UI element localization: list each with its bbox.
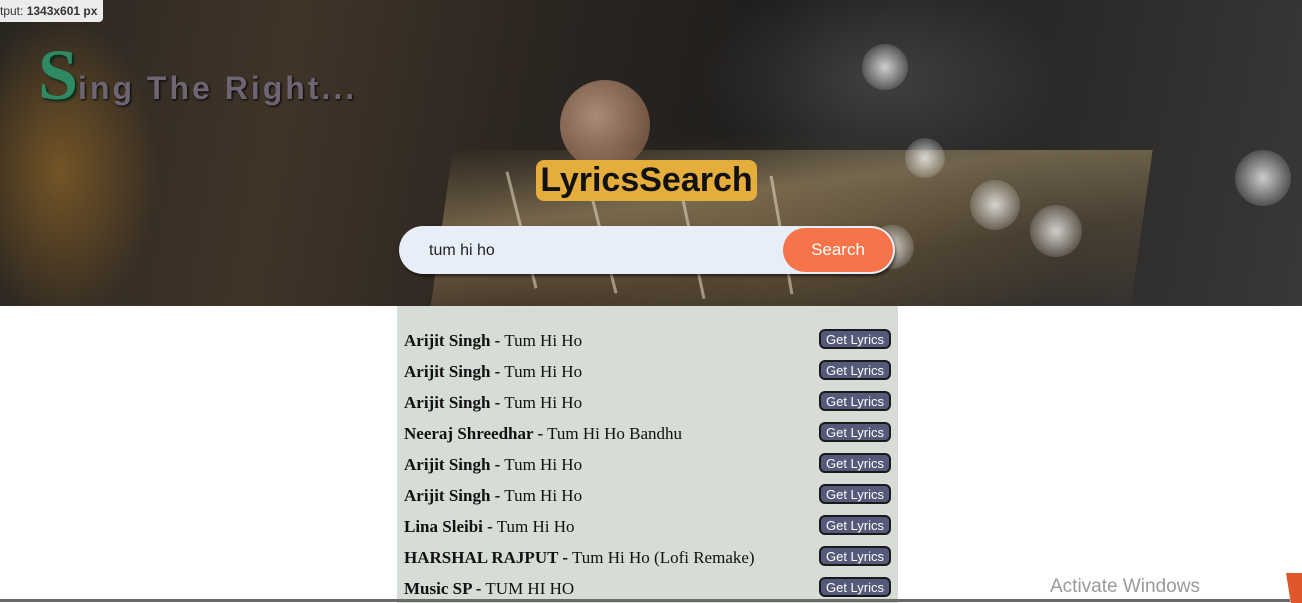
hero-banner: Sing The Right... LyricsSearch Search [0,0,1302,306]
bokeh-light [905,138,945,178]
activate-windows-watermark: Activate Windows [1050,576,1200,597]
song-info: Lina Sleibi - Tum Hi Ho [404,517,575,537]
bokeh-light [862,44,908,90]
song-info: Arijit Singh - Tum Hi Ho [404,455,582,475]
song-title: Tum Hi Ho [504,393,583,412]
list-item: Arijit Singh - Tum Hi Ho Get Lyrics [404,482,893,513]
list-item: Arijit Singh - Tum Hi Ho Get Lyrics [404,358,893,389]
artist-name: Arijit Singh - [404,362,501,381]
search-bar: Search [399,226,895,274]
song-info: Arijit Singh - Tum Hi Ho [404,486,582,506]
bokeh-light [1030,205,1082,257]
artist-name: Arijit Singh - [404,393,501,412]
song-title: Tum Hi Ho [504,455,583,474]
get-lyrics-button[interactable]: Get Lyrics [819,422,891,442]
list-item: Neeraj Shreedhar - Tum Hi Ho Bandhu Get L… [404,420,893,451]
artist-name: Neeraj Shreedhar - [404,424,544,443]
song-title: TUM HI HO [485,579,575,598]
artist-name: Arijit Singh - [404,455,501,474]
get-lyrics-button[interactable]: Get Lyrics [819,484,891,504]
song-info: Arijit Singh - Tum Hi Ho [404,393,582,413]
page-divider [0,599,1290,602]
get-lyrics-button[interactable]: Get Lyrics [819,360,891,380]
search-input[interactable] [427,236,771,266]
song-info: Arijit Singh - Tum Hi Ho [404,362,582,382]
song-title: Tum Hi Ho (Lofi Remake) [572,548,755,567]
song-title: Tum Hi Ho [504,486,583,505]
app-title: LyricsSearch [536,160,757,201]
dimensions-overlay: tput: 1343x601 px [0,0,104,22]
song-title: Tum Hi Ho Bandhu [547,424,682,443]
artist-name: Lina Sleibi - [404,517,493,536]
get-lyrics-button[interactable]: Get Lyrics [819,329,891,349]
list-item: Arijit Singh - Tum Hi Ho Get Lyrics [404,389,893,420]
artist-name: Arijit Singh - [404,331,501,350]
brand-logo: Sing The Right... [38,34,357,117]
get-lyrics-button[interactable]: Get Lyrics [819,515,891,535]
artist-name: Music SP - [404,579,482,598]
dimensions-value: 1343x601 px [26,4,98,18]
get-lyrics-button[interactable]: Get Lyrics [819,546,891,566]
song-info: Music SP - TUM HI HO [404,579,574,599]
song-info: HARSHAL RAJPUT - Tum Hi Ho (Lofi Remake) [404,548,755,568]
list-item: Arijit Singh - Tum Hi Ho Get Lyrics [404,327,893,358]
search-button[interactable]: Search [783,228,893,272]
song-title: Tum Hi Ho [496,517,575,536]
results-list: Arijit Singh - Tum Hi Ho Get Lyrics Arijit… [397,306,898,603]
get-lyrics-button[interactable]: Get Lyrics [819,391,891,411]
list-item: HARSHAL RAJPUT - Tum Hi Ho (Lofi Remake)… [404,544,893,575]
song-title: Tum Hi Ho [504,331,583,350]
hand-image [560,80,650,170]
list-item: Lina Sleibi - Tum Hi Ho Get Lyrics [404,513,893,544]
get-lyrics-button[interactable]: Get Lyrics [819,453,891,473]
brand-first-letter: S [38,35,79,115]
song-info: Arijit Singh - Tum Hi Ho [404,331,582,351]
bokeh-light [970,180,1020,230]
song-info: Neeraj Shreedhar - Tum Hi Ho Bandhu [404,424,682,444]
get-lyrics-button[interactable]: Get Lyrics [819,577,891,597]
artist-name: Arijit Singh - [404,486,501,505]
list-item: Arijit Singh - Tum Hi Ho Get Lyrics [404,451,893,482]
artist-name: HARSHAL RAJPUT - [404,548,569,567]
brand-tagline: ing The Right... [78,70,358,106]
song-title: Tum Hi Ho [504,362,583,381]
dimensions-prefix: tput: [0,4,27,18]
bokeh-light [1235,150,1291,206]
